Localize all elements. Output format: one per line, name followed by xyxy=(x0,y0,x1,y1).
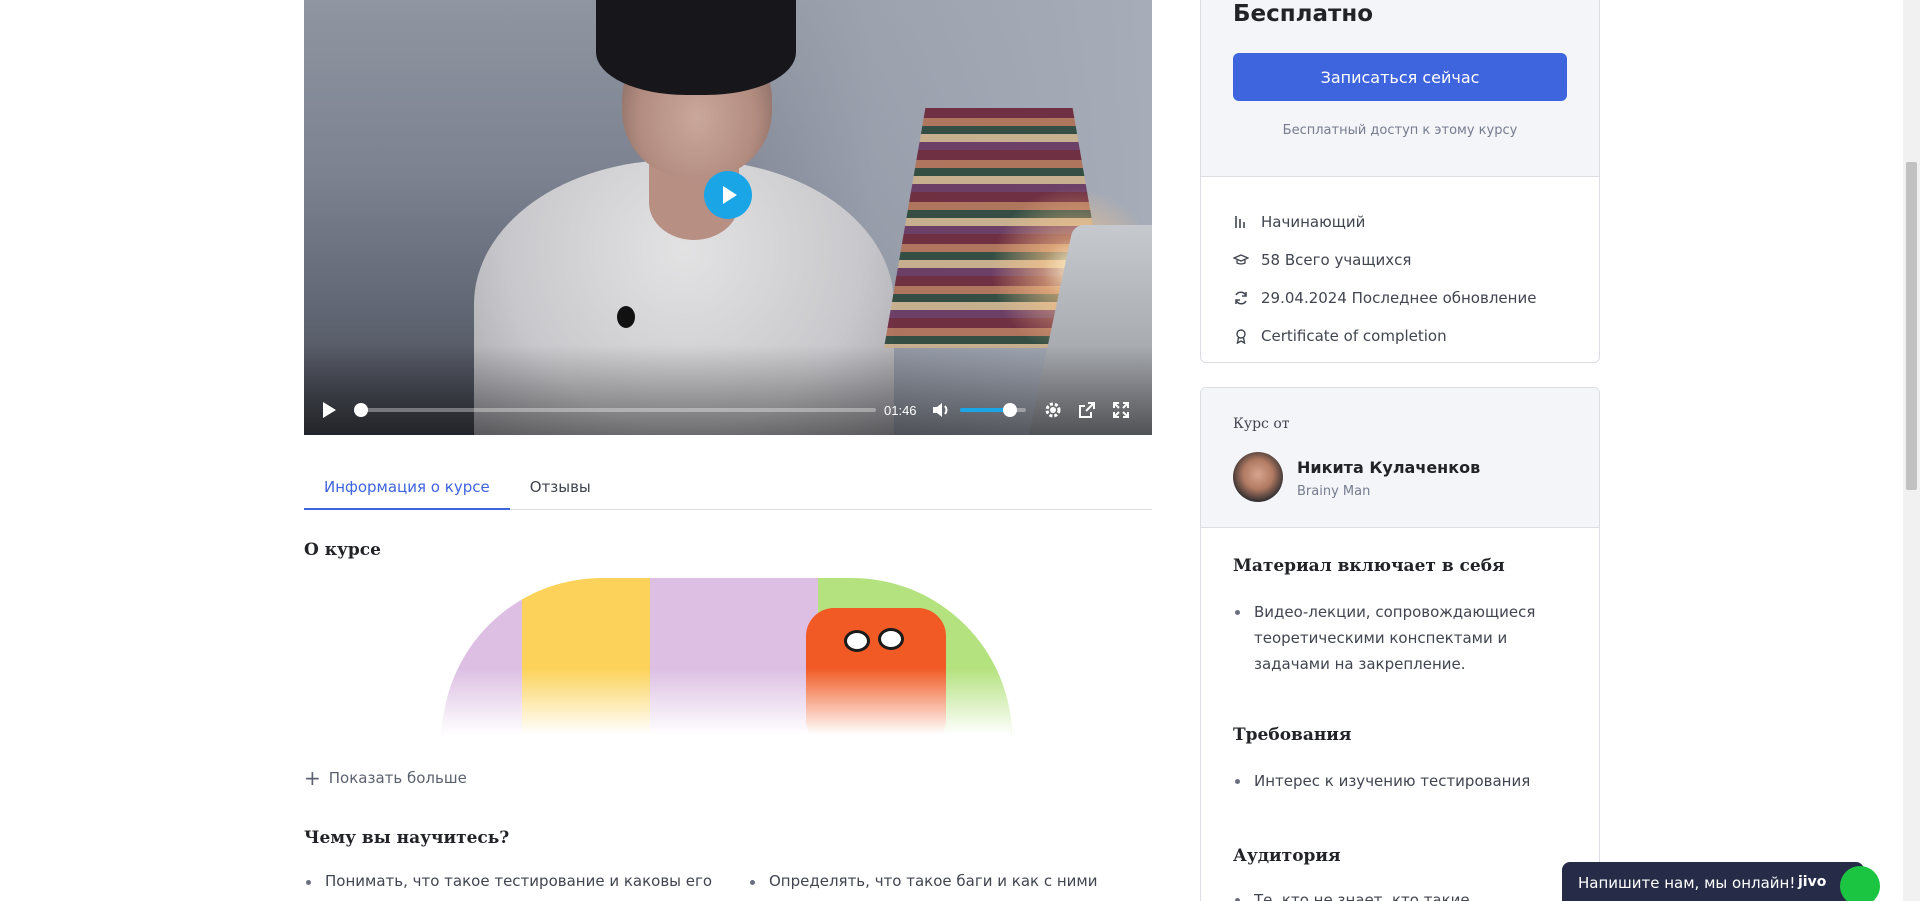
audience-heading: Аудитория xyxy=(1233,846,1341,866)
mute-button[interactable] xyxy=(928,397,954,423)
cover-fade xyxy=(442,668,1012,738)
volume-icon xyxy=(933,403,948,417)
video-frame-person-hair xyxy=(596,0,796,95)
chat-online-indicator xyxy=(1840,866,1880,901)
cover-character-eye xyxy=(844,630,870,652)
meta-updated-text: 29.04.2024 Последнее обновление xyxy=(1261,289,1537,307)
learn-item-text: Определять, что такое баги и как с ними xyxy=(769,872,1098,890)
refresh-icon xyxy=(1235,291,1247,305)
meta-certificate: Certificate of completion xyxy=(1233,317,1599,355)
course-price: Бесплатно xyxy=(1233,1,1374,27)
meta-level: Начинающий xyxy=(1233,203,1599,241)
fullscreen-icon xyxy=(1113,402,1129,418)
audience-item-text: Те, кто не знает, кто такие xyxy=(1254,891,1470,901)
author-card: Курс от Никита Кулаченков Brainy Man Мат… xyxy=(1200,387,1600,901)
author-name[interactable]: Никита Кулаченков xyxy=(1297,458,1480,477)
plus-icon: + xyxy=(304,766,321,790)
external-link-icon xyxy=(1079,402,1095,418)
enroll-button[interactable]: Записаться сейчас xyxy=(1233,53,1567,101)
level-icon xyxy=(1235,216,1245,228)
course-cover-image xyxy=(442,578,1012,738)
popout-button[interactable] xyxy=(1074,397,1100,423)
cover-character-eye xyxy=(878,628,904,650)
course-meta-list: Начинающий 58 Всего учащихся 29.04.2024 … xyxy=(1201,177,1599,355)
course-by-label: Курс от xyxy=(1233,416,1290,432)
video-time: 01:46 xyxy=(884,402,917,418)
tab-course-info[interactable]: Информация о курсе xyxy=(304,470,510,510)
list-item: Понимать, что такое тестирование и каков… xyxy=(304,872,712,890)
course-video-player[interactable]: 01:46 xyxy=(304,0,1152,435)
settings-button[interactable] xyxy=(1040,397,1066,423)
video-progress-bar[interactable] xyxy=(353,403,876,417)
tab-reviews[interactable]: Отзывы xyxy=(510,470,611,510)
bullet-icon xyxy=(750,880,755,885)
video-frame-microphone xyxy=(617,306,635,328)
meta-students: 58 Всего учащихся xyxy=(1233,241,1599,279)
requirements-item-text: Интерес к изучению тестирования xyxy=(1254,772,1531,790)
play-button[interactable] xyxy=(316,397,342,423)
meta-updated: 29.04.2024 Последнее обновление xyxy=(1233,279,1599,317)
learn-item-text: Понимать, что такое тестирование и каков… xyxy=(325,872,713,890)
chat-brand-logo: jivo xyxy=(1798,874,1827,890)
materials-item-text: Видео-лекции, сопровождающиеся теоретиче… xyxy=(1254,603,1536,673)
price-box: Бесплатно Записаться сейчас Бесплатный д… xyxy=(1201,0,1599,177)
chat-widget-button[interactable]: Напишите нам, мы онлайн! jivo xyxy=(1562,862,1880,901)
meta-certificate-text: Certificate of completion xyxy=(1261,327,1447,345)
list-item: Интерес к изучению тестирования xyxy=(1233,768,1573,794)
list-item: Те, кто не знает, кто такие xyxy=(1233,887,1573,901)
course-tabs: Информация о курсе Отзывы xyxy=(304,470,1152,510)
meta-students-text: 58 Всего учащихся xyxy=(1261,251,1412,269)
scrollbar-thumb[interactable] xyxy=(1906,162,1917,490)
gear-icon xyxy=(1045,402,1061,418)
meta-level-text: Начинающий xyxy=(1261,213,1366,231)
show-more-label: Показать больше xyxy=(328,769,467,787)
free-access-note: Бесплатный доступ к этому курсу xyxy=(1282,123,1518,138)
author-box: Курс от Никита Кулаченков Brainy Man xyxy=(1201,388,1599,528)
requirements-heading: Требования xyxy=(1233,725,1352,745)
about-heading: О курсе xyxy=(304,540,381,560)
materials-heading: Материал включает в себя xyxy=(1233,556,1505,576)
show-more-button[interactable]: + Показать больше xyxy=(304,768,467,788)
page-scrollbar[interactable] xyxy=(1903,0,1920,901)
chat-label: Напишите нам, мы онлайн! xyxy=(1578,874,1796,892)
volume-knob[interactable] xyxy=(1002,403,1017,417)
learn-heading: Чему вы научитесь? xyxy=(304,828,510,848)
enroll-card: Бесплатно Записаться сейчас Бесплатный д… xyxy=(1200,0,1600,363)
list-item: Определять, что такое баги и как с ними xyxy=(748,872,1097,890)
graduation-cap-icon xyxy=(1233,254,1249,265)
bullet-icon xyxy=(1235,779,1240,784)
author-avatar[interactable] xyxy=(1233,452,1283,502)
list-item: Видео-лекции, сопровождающиеся теоретиче… xyxy=(1233,599,1573,677)
bullet-icon xyxy=(306,880,311,885)
certificate-icon xyxy=(1236,329,1246,344)
fullscreen-button[interactable] xyxy=(1108,397,1134,423)
big-play-button[interactable] xyxy=(704,171,752,219)
play-icon xyxy=(723,186,737,204)
video-controls: 01:46 xyxy=(304,385,1152,435)
video-progress-knob[interactable] xyxy=(353,403,368,417)
author-subtitle: Brainy Man xyxy=(1297,484,1371,499)
play-icon xyxy=(323,402,336,418)
bullet-icon xyxy=(1235,610,1240,615)
volume-slider[interactable] xyxy=(960,403,1026,417)
